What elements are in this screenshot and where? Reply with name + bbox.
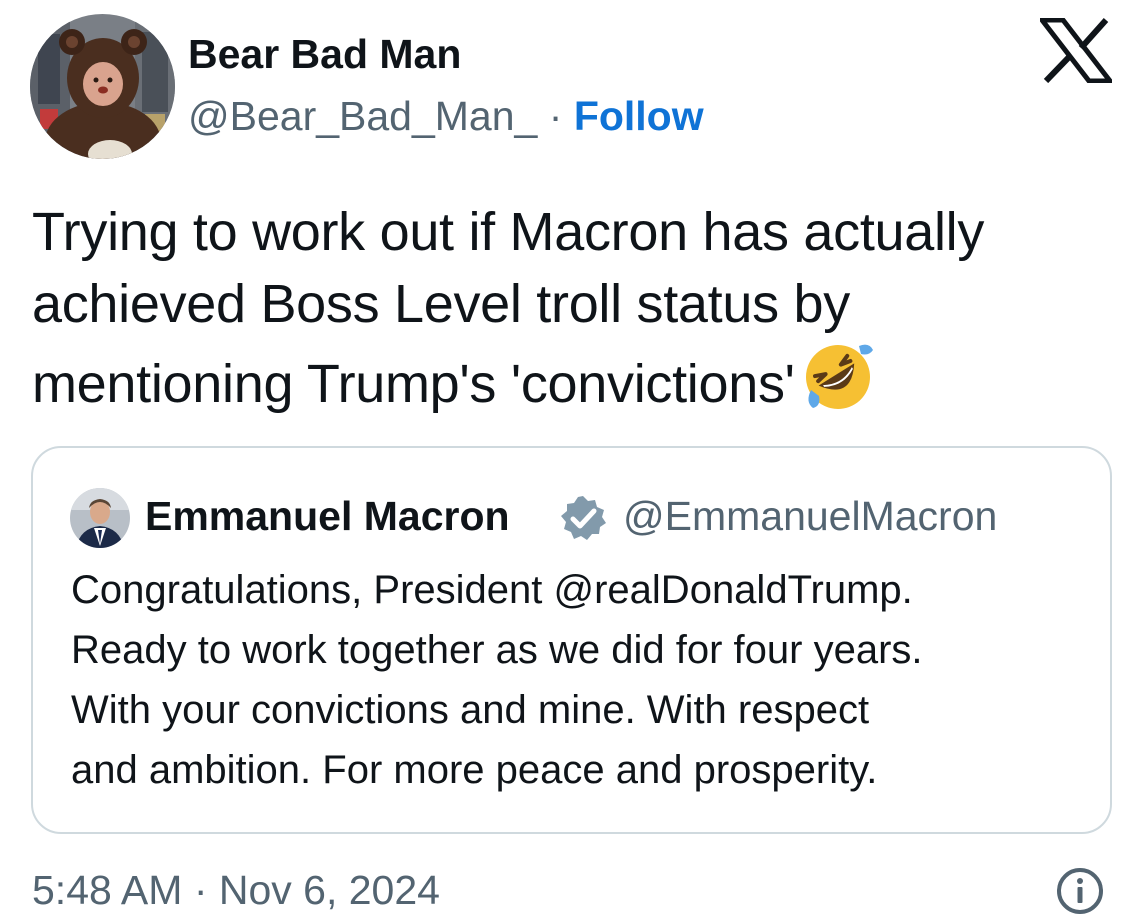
- author-handle-row: @Bear_Bad_Man_ · Follow: [188, 90, 704, 142]
- quoted-author-name[interactable]: Emmanuel Macron: [145, 490, 510, 542]
- separator-dot: ·: [548, 93, 563, 139]
- quoted-text-line: Congratulations, President @realDonaldTr…: [71, 568, 913, 612]
- macron-portrait-photo: [70, 488, 130, 548]
- verified-badge-icon: [559, 494, 607, 542]
- author-display-name[interactable]: Bear Bad Man: [188, 28, 461, 80]
- quoted-tweet-text: Congratulations, President @realDonaldTr…: [71, 560, 1091, 800]
- author-avatar[interactable]: [30, 14, 175, 159]
- quoted-author-handle[interactable]: @EmmanuelMacron: [623, 490, 997, 542]
- info-icon[interactable]: [1055, 866, 1105, 916]
- author-handle[interactable]: @Bear_Bad_Man_: [188, 93, 537, 139]
- quoted-author-avatar[interactable]: [70, 488, 130, 548]
- quoted-text-line: and ambition. For more peace and prosper…: [71, 748, 878, 792]
- quoted-tweet-card[interactable]: Emmanuel Macron @EmmanuelMacron Congratu…: [31, 446, 1112, 834]
- tweet-text: Trying to work out if Macron has actuall…: [32, 196, 1107, 420]
- bear-costume-photo: [30, 14, 175, 159]
- x-logo-icon[interactable]: [1036, 17, 1116, 84]
- quoted-text-line: With your convictions and mine. With res…: [71, 688, 870, 732]
- rolling-laughing-emoji-icon: [801, 340, 875, 414]
- follow-button[interactable]: Follow: [574, 93, 704, 139]
- tweet-timestamp[interactable]: 5:48 AM · Nov 6, 2024: [32, 864, 440, 916]
- quoted-text-line: Ready to work together as we did for fou…: [71, 628, 923, 672]
